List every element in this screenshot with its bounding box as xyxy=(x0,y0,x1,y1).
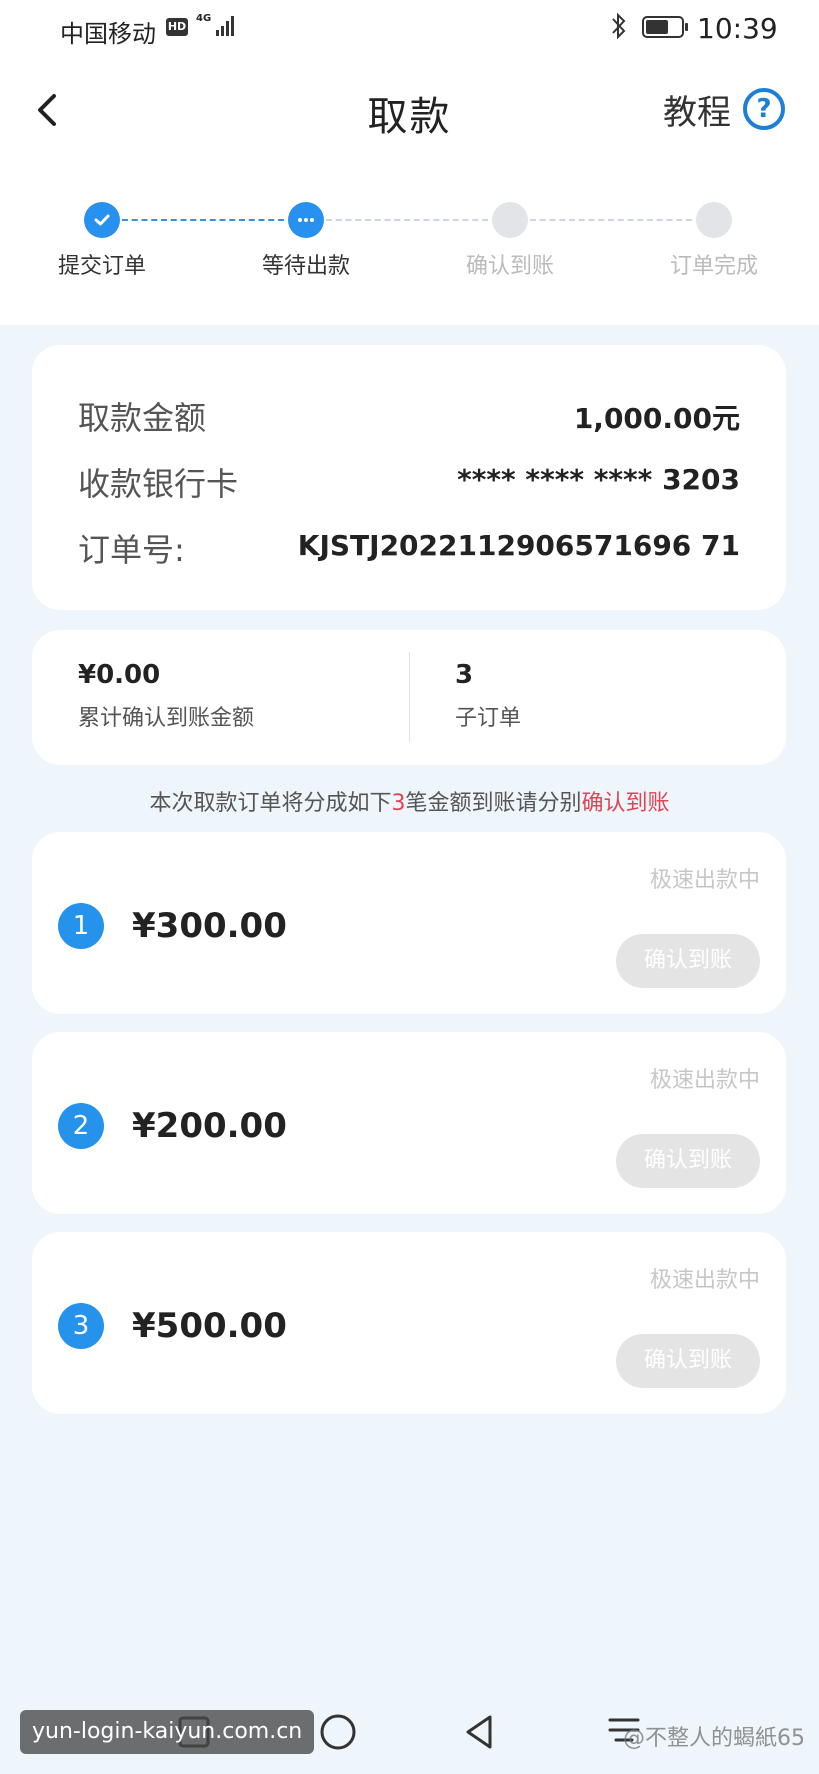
order-number-row: 订单号: KJSTJ2022112906571696 71 xyxy=(78,525,740,575)
user-watermark: @不整人的蝎紙65 xyxy=(623,1726,805,1751)
status-bar: 中国移动 HD 4G 10:39 xyxy=(0,0,819,56)
step-dot xyxy=(492,202,528,238)
suborder-card: 1 ¥300.00 极速出款中 确认到账 xyxy=(32,832,786,1014)
step-waiting-payout: 等待出款 xyxy=(226,200,386,280)
circle-icon xyxy=(320,1714,356,1750)
suborder-card: 2 ¥200.00 极速出款中 确认到账 xyxy=(32,1032,786,1214)
order-number-label: 订单号: xyxy=(78,531,185,569)
confirm-arrival-button[interactable]: 确认到账 xyxy=(616,1134,760,1188)
suborder-card: 3 ¥500.00 极速出款中 确认到账 xyxy=(32,1232,786,1414)
home-button[interactable] xyxy=(316,1710,360,1754)
progress-stepper: 提交订单 等待出款 确认到账 订单完成 xyxy=(0,200,819,280)
order-info-card: 取款金额 1,000.00元 收款银行卡 **** **** **** 3203… xyxy=(32,345,786,610)
step-label: 订单完成 xyxy=(669,254,758,279)
step-dot xyxy=(696,202,732,238)
split-notice: 本次取款订单将分成如下3笔金额到账请分别确认到账 xyxy=(0,785,819,817)
tutorial-label: 教程 xyxy=(663,92,731,133)
amount-row: 取款金额 1,000.00元 xyxy=(78,393,740,443)
confirm-arrival-button[interactable]: 确认到账 xyxy=(616,1334,760,1388)
suborder-status: 极速出款中 xyxy=(649,1268,760,1293)
carrier-name: 中国移动 xyxy=(60,20,156,48)
suborder-count-label: 子订单 xyxy=(455,706,522,731)
summary-card: ¥0.00 累计确认到账金额 3 子订单 xyxy=(32,630,786,765)
suborder-amount: ¥200.00 xyxy=(132,1106,287,1146)
suborder-index: 1 xyxy=(58,903,104,949)
notice-prefix: 本次取款订单将分成如下 xyxy=(149,791,392,816)
nav-bar: 取款 教程 ? xyxy=(0,70,819,150)
step-submit-order: 提交订单 xyxy=(22,200,182,280)
confirm-arrival-button[interactable]: 确认到账 xyxy=(616,934,760,988)
triangle-back-icon xyxy=(466,1715,492,1749)
confirmed-total-label: 累计确认到账金额 xyxy=(78,706,255,731)
tutorial-button[interactable]: 教程 ? xyxy=(663,86,785,133)
confirmed-total: ¥0.00 累计确认到账金额 xyxy=(78,660,254,732)
hd-badge: HD xyxy=(166,18,188,36)
suborder-amount: ¥300.00 xyxy=(132,906,287,946)
network-type: 4G xyxy=(196,13,212,24)
notice-count: 3 xyxy=(391,791,406,816)
clock: 10:39 xyxy=(697,12,778,45)
bluetooth-icon xyxy=(610,12,628,46)
step-order-complete: 订单完成 xyxy=(634,200,794,280)
card-label: 收款银行卡 xyxy=(78,465,239,503)
ellipsis-icon xyxy=(288,202,324,238)
amount-label: 取款金额 xyxy=(78,399,207,437)
help-icon: ? xyxy=(743,88,785,130)
suborder-status: 极速出款中 xyxy=(649,1068,760,1093)
notice-action: 确认到账 xyxy=(581,791,670,816)
order-number-value[interactable]: KJSTJ2022112906571696 71 xyxy=(298,529,740,562)
suborder-count-value: 3 xyxy=(455,660,474,690)
step-confirm-arrival: 确认到账 xyxy=(430,200,590,280)
step-label: 提交订单 xyxy=(57,254,146,279)
suborder-amount: ¥500.00 xyxy=(132,1306,287,1346)
divider xyxy=(409,652,410,742)
check-icon xyxy=(84,202,120,238)
battery-icon xyxy=(642,16,688,38)
amount-value: 1,000.00元 xyxy=(573,402,740,435)
site-watermark: yun-login-kaiyun.com.cn xyxy=(20,1710,315,1754)
step-label: 等待出款 xyxy=(261,254,350,279)
confirmed-total-value: ¥0.00 xyxy=(78,660,161,690)
back-nav-button[interactable] xyxy=(458,1710,502,1754)
suborder-status: 极速出款中 xyxy=(649,868,760,893)
step-label: 确认到账 xyxy=(465,254,554,279)
card-value: **** **** **** 3203 xyxy=(457,463,740,496)
signal-icon: 4G xyxy=(196,14,238,38)
card-row: 收款银行卡 **** **** **** 3203 xyxy=(78,459,740,509)
suborder-index: 3 xyxy=(58,1303,104,1349)
notice-middle: 笔金额到账请分别 xyxy=(405,791,582,816)
suborder-count: 3 子订单 xyxy=(455,660,521,732)
suborder-index: 2 xyxy=(58,1103,104,1149)
